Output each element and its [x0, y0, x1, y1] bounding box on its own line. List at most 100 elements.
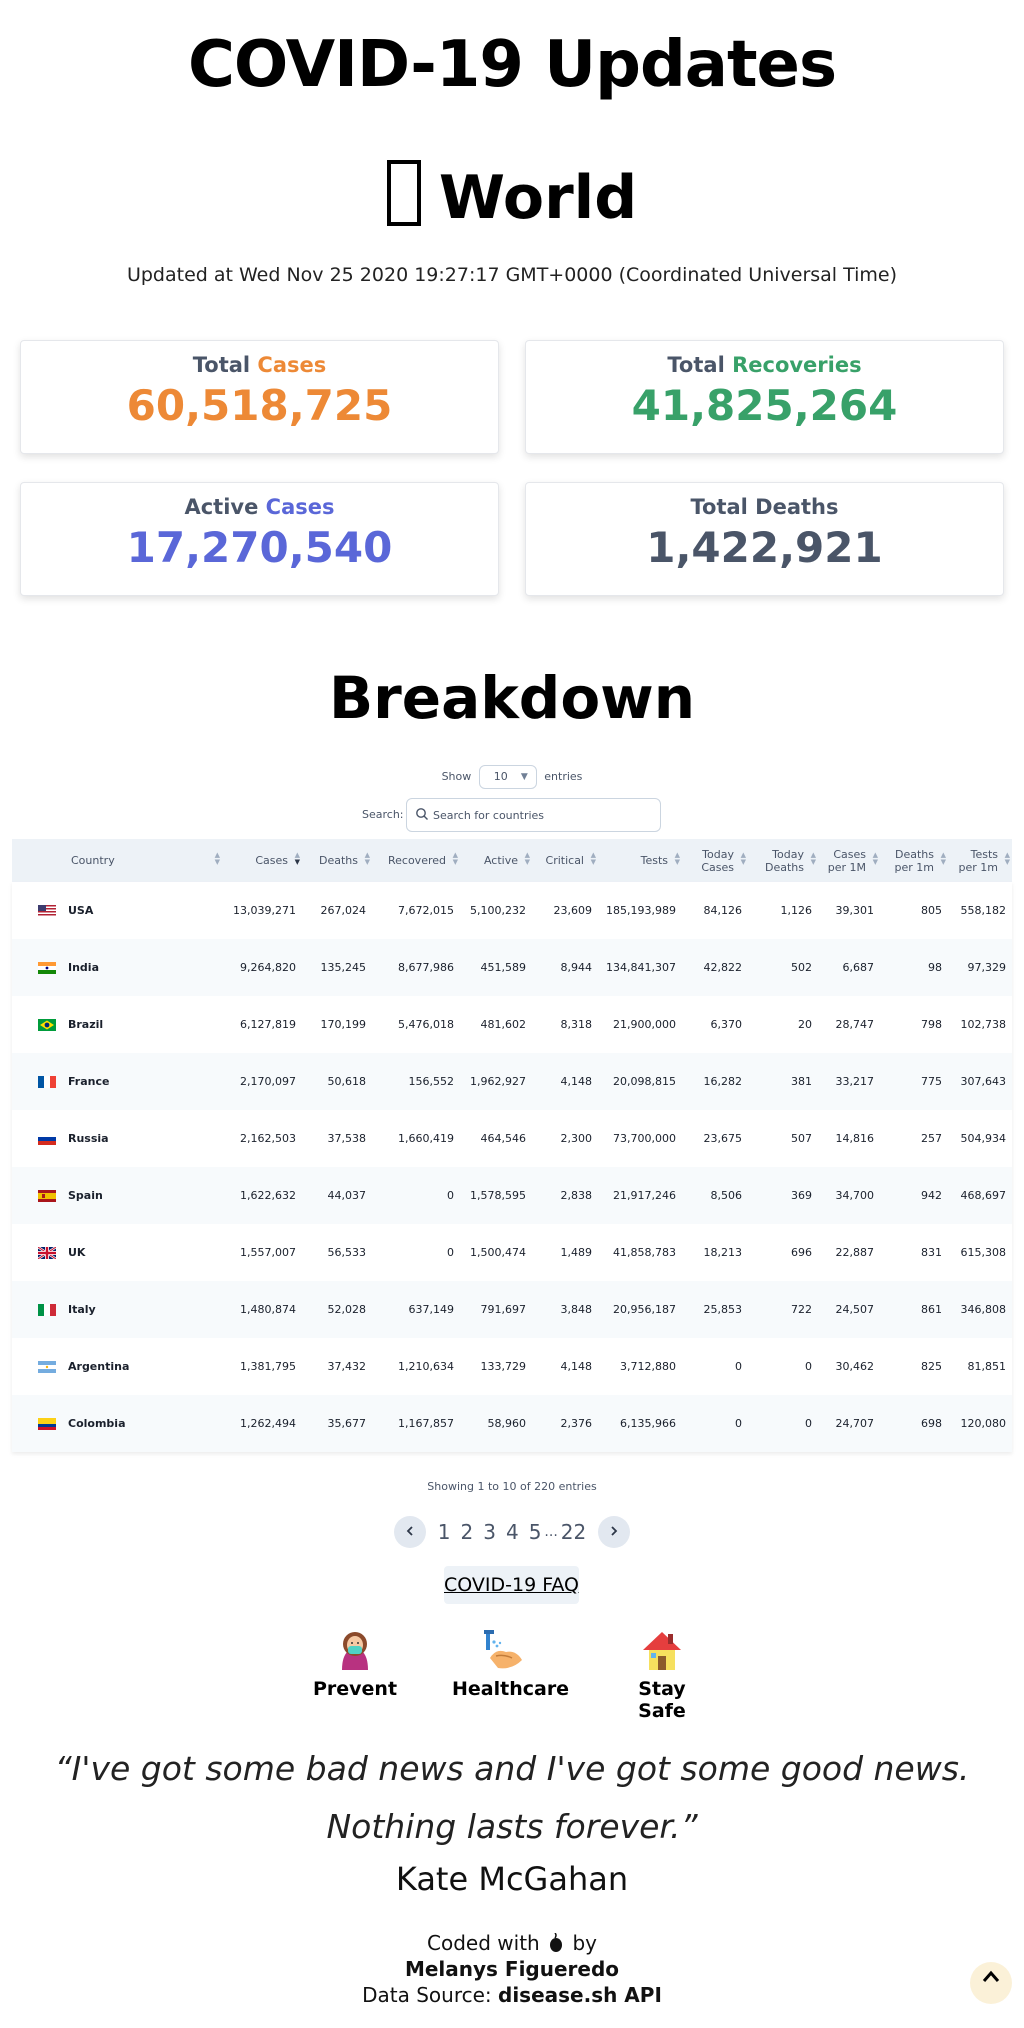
table-cell: 615,308 — [960, 1246, 1007, 1259]
page-3-button[interactable]: 3 — [483, 1520, 496, 1544]
column-header-tests[interactable]: Tests ▲ ▼ — [598, 839, 682, 882]
table-cell: 775 — [921, 1075, 942, 1088]
table-cell: 2,838 — [560, 1189, 593, 1202]
healthcare-label: Healthcare — [452, 1678, 570, 1700]
table-header-row: Country ▲ ▼ Cases ▲ ▼ Deaths ▲ ▼ Recovered ▲ ▼ A… — [12, 839, 1012, 882]
table-cell: 6,127,819 — [240, 1018, 296, 1031]
column-label: Recovered — [387, 854, 446, 867]
column-header-recovered[interactable]: Recovered ▲ ▼ — [372, 839, 460, 882]
stay-safe-link[interactable]: Stay Safe — [614, 1628, 710, 1722]
total-recoveries-label-b: Recoveries — [732, 353, 862, 377]
country-name: UK — [68, 1246, 86, 1259]
table-cell: 185,193,989 — [606, 904, 676, 917]
flag-co-icon — [38, 1418, 56, 1430]
table-cell: 156,552 — [408, 1075, 455, 1088]
page-size-select[interactable]: 10 ▼ — [478, 765, 537, 789]
table-cell: 50,618 — [327, 1075, 367, 1088]
country-name: USA — [68, 904, 94, 917]
page-4-button[interactable]: 4 — [506, 1520, 519, 1544]
column-header-deaths[interactable]: Deaths ▲ ▼ — [302, 839, 372, 882]
column-label: Today Cases — [701, 847, 734, 874]
country-cell: Colombia — [12, 1395, 222, 1452]
page-5-button[interactable]: 5 — [529, 1520, 542, 1544]
prevent-label: Prevent — [312, 1678, 398, 1700]
table-cell: 98 — [928, 961, 942, 974]
table-cell: 1,126 — [780, 904, 813, 917]
coded-with-line: Coded with by — [0, 1930, 1024, 1956]
table-cell: 170,199 — [320, 1018, 367, 1031]
sort-icon: ▲ ▼ — [810, 851, 816, 866]
table-cell: 34,700 — [835, 1189, 875, 1202]
table-cell: 84,126 — [703, 904, 743, 917]
flag-ru-icon — [38, 1133, 56, 1145]
table-cell: 1,500,474 — [470, 1246, 526, 1259]
country-cell: Brazil — [12, 996, 222, 1053]
author-link[interactable]: Melanys Figueredo — [405, 1957, 619, 1981]
country-cell: India — [12, 939, 222, 996]
column-header-deaths-per-1m[interactable]: Deaths per 1m ▲ ▼ — [880, 839, 948, 882]
scroll-top-button[interactable] — [970, 1962, 1012, 2004]
active-cases-label-a: Active — [184, 495, 266, 519]
table-cell: 18,213 — [703, 1246, 743, 1259]
total-cases-value: 60,518,725 — [126, 381, 393, 430]
table-row: Russia 2,162,503 37,538 1,660,419 464,546 2,3… — [12, 1110, 1012, 1167]
prevent-link[interactable]: Prevent — [312, 1628, 398, 1700]
table-cell: 58,960 — [487, 1417, 527, 1430]
table-cell: 507 — [791, 1132, 812, 1145]
table-cell: 831 — [921, 1246, 942, 1259]
table-cell: 381 — [791, 1075, 812, 1088]
table-cell: 21,900,000 — [613, 1018, 676, 1031]
faq-link[interactable]: COVID-19 FAQ — [444, 1566, 579, 1604]
column-header-critical[interactable]: Critical ▲ ▼ — [532, 839, 598, 882]
table-cell: 20,956,187 — [613, 1303, 676, 1316]
column-header-country[interactable]: Country ▲ ▼ — [12, 839, 222, 882]
column-header-today-cases[interactable]: Today Cases ▲ ▼ — [682, 839, 748, 882]
masked-person-icon — [342, 1632, 368, 1670]
flag-in-icon — [38, 962, 56, 974]
table-cell: 0 — [447, 1246, 454, 1259]
breakdown-title: Breakdown — [328, 664, 696, 732]
column-header-cases[interactable]: Cases ▲ ▼ — [222, 839, 302, 882]
page-last-button[interactable]: 22 — [561, 1520, 586, 1544]
table-cell: 1,622,632 — [240, 1189, 296, 1202]
table-cell: 1,210,634 — [398, 1360, 454, 1373]
source-link[interactable]: disease.sh API — [498, 1983, 662, 2007]
table-cell: 464,546 — [480, 1132, 527, 1145]
search-input[interactable] — [433, 800, 653, 830]
search-box[interactable] — [406, 798, 661, 832]
next-page-button[interactable] — [597, 1516, 630, 1548]
flag-es-icon — [38, 1190, 56, 1202]
country-name: India — [68, 961, 99, 974]
table-cell: 0 — [805, 1360, 812, 1373]
sort-icon: ▲ ▼ — [452, 851, 458, 866]
page-2-button[interactable]: 2 — [460, 1520, 473, 1544]
column-header-today-deaths[interactable]: Today Deaths ▲ ▼ — [748, 839, 818, 882]
table-cell: 16,282 — [703, 1075, 743, 1088]
table-cell: 42,822 — [703, 961, 743, 974]
column-header-active[interactable]: Active ▲ ▼ — [460, 839, 532, 882]
table-cell: 861 — [921, 1303, 942, 1316]
column-header-tests-per-1m[interactable]: Tests per 1m ▲ ▼ — [948, 839, 1012, 882]
table-cell: 346,808 — [960, 1303, 1007, 1316]
healthcare-link[interactable]: Healthcare — [452, 1628, 569, 1700]
table-cell: 28,747 — [835, 1018, 875, 1031]
countries-table: Country ▲ ▼ Cases ▲ ▼ Deaths ▲ ▼ Recovered ▲ ▼ A… — [12, 839, 1012, 1452]
sort-icon: ▲ ▼ — [674, 851, 680, 866]
table-cell: 13,039,271 — [233, 904, 296, 917]
country-name: Spain — [68, 1189, 103, 1202]
table-cell: 102,738 — [960, 1018, 1007, 1031]
table-cell: 134,841,307 — [606, 961, 676, 974]
flag-br-icon — [38, 1019, 56, 1031]
table-row: Italy 1,480,874 52,028 637,149 791,697 3,848 2… — [12, 1281, 1012, 1338]
column-label: Cases — [255, 854, 288, 867]
house-icon — [643, 1632, 681, 1670]
table-cell: 481,602 — [480, 1018, 527, 1031]
page-1-button[interactable]: 1 — [438, 1520, 451, 1544]
previous-page-button[interactable] — [394, 1516, 427, 1548]
column-header-cases-per-1m[interactable]: Cases per 1M ▲ ▼ — [818, 839, 880, 882]
table-cell: 20,098,815 — [613, 1075, 676, 1088]
table-cell: 37,432 — [327, 1360, 367, 1373]
chevron-left-icon — [407, 1526, 414, 1536]
total-cases-card: Total Cases 60,518,725 — [20, 340, 499, 454]
table-cell: 4,148 — [560, 1360, 593, 1373]
